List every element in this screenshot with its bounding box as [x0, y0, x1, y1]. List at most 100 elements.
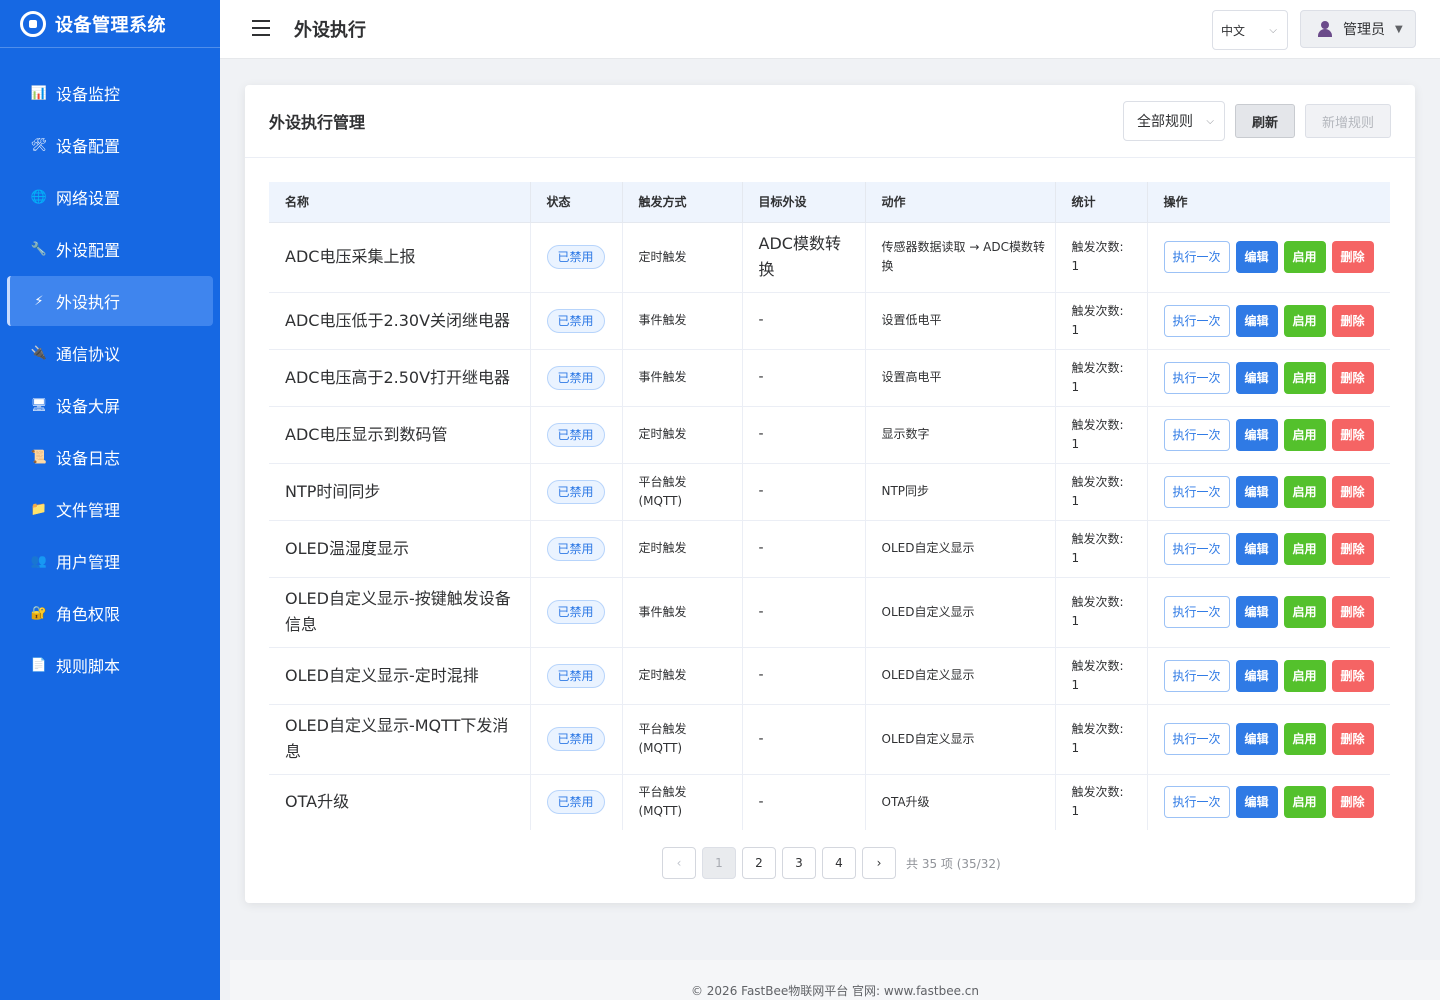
edit-button[interactable]: 编辑 [1235, 418, 1278, 451]
delete-button[interactable]: 删除 [1331, 418, 1374, 451]
delete-button[interactable]: 删除 [1331, 596, 1374, 628]
sidebar-item[interactable]: 🔌 通信协议 [7, 328, 213, 378]
delete-button[interactable]: 删除 [1331, 241, 1374, 273]
sidebar-item[interactable]: ⚡ 外设执行 [7, 276, 213, 326]
sidebar-item[interactable]: 📜 设备日志 [7, 432, 213, 482]
ops-cell: 执行一次 编辑 启用 删除 [1147, 577, 1390, 648]
next-page-button[interactable]: › [862, 847, 896, 879]
edit-button[interactable]: 编辑 [1235, 241, 1278, 273]
delete-button[interactable]: 删除 [1331, 361, 1374, 394]
language-value: 中文 [1221, 23, 1246, 38]
execute-once-button[interactable]: 执行一次 [1163, 596, 1230, 628]
stat-count: 1 [1071, 322, 1080, 337]
execute-once-button[interactable]: 执行一次 [1163, 723, 1230, 755]
execute-once-button[interactable]: 执行一次 [1163, 418, 1230, 451]
status-badge: 已禁用 [546, 245, 605, 269]
sidebar-item[interactable]: 📁 文件管理 [7, 484, 213, 534]
rules-table: 名称 状态 触发方式 目标外设 动作 统计 操作 ADC电压采集上报 已禁用 定时触… [269, 182, 1390, 830]
delete-button[interactable]: 删除 [1331, 659, 1374, 692]
delete-button[interactable]: 删除 [1331, 532, 1374, 565]
sidebar-item[interactable]: 🛠 设备配置 [7, 120, 213, 170]
sidebar-item[interactable]: 🔧 外设配置 [7, 224, 213, 274]
status-cell: 已禁用 [530, 406, 623, 464]
stat-label: 触发次数: [1071, 785, 1124, 800]
rule-name: ADC电压采集上报 [269, 222, 531, 293]
refresh-button[interactable]: 刷新 [1235, 104, 1295, 138]
page-number-button[interactable]: 4 [822, 847, 856, 879]
ops-cell: 执行一次 编辑 启用 删除 [1147, 349, 1390, 407]
bolt-icon: ⚡ [34, 293, 44, 309]
trigger-text: 定时触发 [638, 541, 687, 555]
edit-button[interactable]: 编辑 [1235, 723, 1278, 755]
stat-count: 1 [1071, 259, 1080, 273]
action-text: OTA升级 [865, 774, 1056, 830]
edit-button[interactable]: 编辑 [1235, 532, 1278, 565]
stat-label: 触发次数: [1071, 303, 1124, 318]
stat-cell: 触发次数: 1 [1055, 647, 1148, 705]
delete-button[interactable]: 删除 [1331, 475, 1374, 508]
sidebar-item[interactable]: 📊 设备监控 [7, 68, 213, 118]
enable-button[interactable]: 启用 [1283, 723, 1326, 755]
edit-button[interactable]: 编辑 [1235, 304, 1278, 337]
edit-button[interactable]: 编辑 [1235, 361, 1278, 394]
sidebar-item[interactable]: 🖥 设备大屏 [7, 380, 213, 430]
prev-page-button[interactable]: ‹ [662, 847, 696, 879]
page-number-button[interactable]: 3 [782, 847, 816, 879]
stat-count: 1 [1071, 804, 1080, 819]
enable-button[interactable]: 启用 [1283, 418, 1326, 451]
rule-name: NTP时间同步 [269, 463, 531, 521]
execute-once-button[interactable]: 执行一次 [1163, 241, 1230, 273]
execute-once-button[interactable]: 执行一次 [1163, 532, 1230, 565]
status-cell: 已禁用 [530, 520, 623, 578]
sidebar-item[interactable]: 📄 规则脚本 [7, 640, 213, 690]
execute-once-button[interactable]: 执行一次 [1163, 475, 1230, 508]
action-text: 设置低电平 [865, 292, 1056, 350]
delete-button[interactable]: 删除 [1331, 304, 1374, 337]
table-row: OLED自定义显示-定时混排 已禁用 定时触发 - OLED自定义显示 触发次数: 1 执行一… [269, 647, 1390, 705]
trigger-text: 平台触发 (MQTT) [638, 785, 687, 819]
trigger-text: 事件触发 [638, 604, 687, 619]
rule-filter-select[interactable]: 全部规则 ⌵ [1123, 101, 1225, 141]
column-header: 统计 [1055, 182, 1148, 223]
rule-name: ADC电压高于2.50V打开继电器 [269, 349, 531, 407]
user-avatar-icon [1317, 21, 1333, 37]
ops-cell: 执行一次 编辑 启用 删除 [1147, 704, 1390, 775]
sidebar-item[interactable]: 🔐 角色权限 [7, 588, 213, 638]
execute-once-button[interactable]: 执行一次 [1163, 659, 1230, 692]
sidebar-item[interactable]: 👥 用户管理 [7, 536, 213, 586]
ops-cell: 执行一次 编辑 启用 删除 [1147, 774, 1390, 830]
enable-button[interactable]: 启用 [1283, 475, 1326, 508]
delete-button[interactable]: 删除 [1331, 786, 1374, 819]
sidebar-item-label: 设备配置 [56, 137, 121, 156]
enable-button[interactable]: 启用 [1283, 786, 1326, 819]
edit-button[interactable]: 编辑 [1235, 786, 1278, 819]
stat-cell: 触发次数: 1 [1055, 774, 1148, 830]
edit-button[interactable]: 编辑 [1235, 475, 1278, 508]
sidebar-item[interactable]: 🌐 网络设置 [7, 172, 213, 222]
enable-button[interactable]: 启用 [1283, 532, 1326, 565]
stat-label: 触发次数: [1071, 474, 1124, 489]
page-number-button[interactable]: 2 [742, 847, 776, 879]
enable-button[interactable]: 启用 [1283, 241, 1326, 273]
edit-button[interactable]: 编辑 [1235, 659, 1278, 692]
enable-button[interactable]: 启用 [1283, 659, 1326, 692]
sidebar-item-label: 设备监控 [56, 85, 121, 104]
page-number-button[interactable]: 1 [702, 847, 736, 879]
edit-button[interactable]: 编辑 [1235, 596, 1278, 628]
user-menu-button[interactable]: 管理员 ▼ [1300, 10, 1416, 48]
execute-once-button[interactable]: 执行一次 [1163, 786, 1230, 819]
target-peripheral: - [742, 774, 866, 830]
column-header: 触发方式 [622, 182, 743, 223]
menu-toggle-icon[interactable] [252, 20, 270, 36]
execute-once-button[interactable]: 执行一次 [1163, 304, 1230, 337]
ops-cell: 执行一次 编辑 启用 删除 [1147, 647, 1390, 705]
enable-button[interactable]: 启用 [1283, 596, 1326, 628]
delete-button[interactable]: 删除 [1331, 723, 1374, 755]
add-rule-button[interactable]: 新增规则 [1305, 104, 1391, 138]
table-row: ADC电压高于2.50V打开继电器 已禁用 事件触发 - 设置高电平 触发次数: 1 执行一次… [269, 349, 1390, 407]
status-cell: 已禁用 [530, 704, 623, 775]
enable-button[interactable]: 启用 [1283, 304, 1326, 337]
language-select[interactable]: 中文 ⌵ [1212, 10, 1288, 50]
execute-once-button[interactable]: 执行一次 [1163, 361, 1230, 394]
enable-button[interactable]: 启用 [1283, 361, 1326, 394]
